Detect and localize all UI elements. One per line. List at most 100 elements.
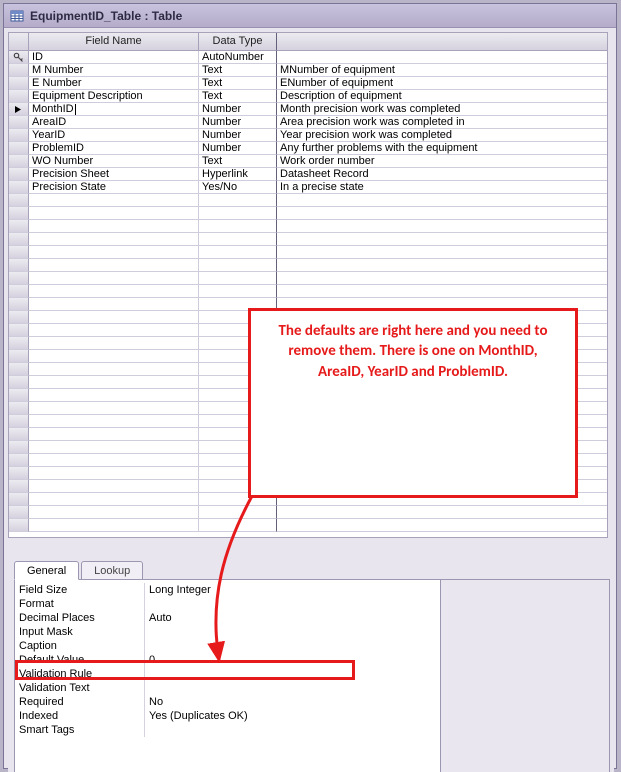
data-type-cell[interactable]: Text bbox=[199, 155, 277, 168]
description-cell[interactable] bbox=[277, 272, 607, 285]
property-row[interactable]: Default Value0 bbox=[15, 653, 440, 667]
property-row[interactable]: Decimal PlacesAuto bbox=[15, 611, 440, 625]
property-value[interactable] bbox=[145, 639, 440, 653]
description-cell[interactable] bbox=[277, 259, 607, 272]
property-value[interactable]: Auto bbox=[145, 611, 440, 625]
field-name-cell[interactable]: AreaID bbox=[29, 116, 199, 129]
data-type-cell[interactable]: Text bbox=[199, 90, 277, 103]
field-name-cell[interactable] bbox=[29, 194, 199, 207]
table-row[interactable]: M NumberTextMNumber of equipment bbox=[9, 64, 607, 77]
property-value[interactable]: Long Integer bbox=[145, 583, 440, 597]
property-value[interactable]: 0 bbox=[145, 653, 440, 667]
row-selector[interactable] bbox=[9, 415, 29, 428]
field-name-cell[interactable] bbox=[29, 506, 199, 519]
description-cell[interactable]: Description of equipment bbox=[277, 90, 607, 103]
row-selector[interactable] bbox=[9, 402, 29, 415]
data-type-cell[interactable] bbox=[199, 506, 277, 519]
row-selector[interactable] bbox=[9, 493, 29, 506]
field-name-cell[interactable] bbox=[29, 467, 199, 480]
table-row[interactable]: YearIDNumberYear precision work was comp… bbox=[9, 129, 607, 142]
field-name-cell[interactable] bbox=[29, 415, 199, 428]
row-selector[interactable] bbox=[9, 428, 29, 441]
description-cell[interactable] bbox=[277, 51, 607, 64]
table-row[interactable] bbox=[9, 259, 607, 272]
table-row[interactable] bbox=[9, 194, 607, 207]
tab-lookup[interactable]: Lookup bbox=[81, 561, 143, 580]
description-cell[interactable]: Month precision work was completed bbox=[277, 103, 607, 116]
row-selector[interactable] bbox=[9, 480, 29, 493]
field-name-cell[interactable]: Precision State bbox=[29, 181, 199, 194]
field-name-cell[interactable] bbox=[29, 350, 199, 363]
field-name-cell[interactable] bbox=[29, 376, 199, 389]
data-type-cell[interactable]: Number bbox=[199, 103, 277, 116]
field-name-cell[interactable]: Precision Sheet bbox=[29, 168, 199, 181]
field-name-cell[interactable]: Equipment Description bbox=[29, 90, 199, 103]
row-selector[interactable] bbox=[9, 220, 29, 233]
table-row[interactable] bbox=[9, 207, 607, 220]
field-name-cell[interactable]: YearID bbox=[29, 129, 199, 142]
table-row[interactable]: ProblemIDNumberAny further problems with… bbox=[9, 142, 607, 155]
row-selector[interactable] bbox=[9, 337, 29, 350]
field-name-cell[interactable] bbox=[29, 519, 199, 532]
description-cell[interactable] bbox=[277, 519, 607, 532]
row-selector[interactable] bbox=[9, 194, 29, 207]
field-name-cell[interactable]: WO Number bbox=[29, 155, 199, 168]
row-selector[interactable] bbox=[9, 246, 29, 259]
description-cell[interactable]: Year precision work was completed bbox=[277, 129, 607, 142]
row-selector[interactable] bbox=[9, 259, 29, 272]
property-value[interactable]: Yes (Duplicates OK) bbox=[145, 709, 440, 723]
field-name-cell[interactable]: ID bbox=[29, 51, 199, 64]
property-value[interactable] bbox=[145, 723, 440, 737]
property-value[interactable] bbox=[145, 625, 440, 639]
description-cell[interactable]: ENumber of equipment bbox=[277, 77, 607, 90]
data-type-cell[interactable] bbox=[199, 207, 277, 220]
table-row[interactable] bbox=[9, 519, 607, 532]
field-name-cell[interactable] bbox=[29, 311, 199, 324]
field-name-cell[interactable]: MonthID bbox=[29, 103, 199, 116]
table-row[interactable]: Precision SheetHyperlinkDatasheet Record bbox=[9, 168, 607, 181]
row-selector[interactable] bbox=[9, 467, 29, 480]
row-selector[interactable] bbox=[9, 350, 29, 363]
property-row[interactable]: Input Mask bbox=[15, 625, 440, 639]
table-row[interactable]: WO NumberTextWork order number bbox=[9, 155, 607, 168]
data-type-cell[interactable]: Text bbox=[199, 64, 277, 77]
row-selector[interactable] bbox=[9, 142, 29, 155]
data-type-cell[interactable] bbox=[199, 259, 277, 272]
description-cell[interactable] bbox=[277, 506, 607, 519]
data-type-cell[interactable] bbox=[199, 194, 277, 207]
field-name-cell[interactable] bbox=[29, 233, 199, 246]
description-cell[interactable]: MNumber of equipment bbox=[277, 64, 607, 77]
row-selector[interactable] bbox=[9, 389, 29, 402]
table-row[interactable] bbox=[9, 233, 607, 246]
row-selector[interactable] bbox=[9, 298, 29, 311]
row-selector[interactable] bbox=[9, 129, 29, 142]
table-row[interactable]: Equipment DescriptionTextDescription of … bbox=[9, 90, 607, 103]
data-type-cell[interactable] bbox=[199, 285, 277, 298]
description-cell[interactable] bbox=[277, 194, 607, 207]
data-type-header[interactable]: Data Type bbox=[199, 33, 277, 51]
data-type-cell[interactable] bbox=[199, 519, 277, 532]
table-row[interactable]: Precision StateYes/NoIn a precise state bbox=[9, 181, 607, 194]
data-type-cell[interactable] bbox=[199, 272, 277, 285]
description-cell[interactable] bbox=[277, 220, 607, 233]
row-selector[interactable] bbox=[9, 233, 29, 246]
field-name-cell[interactable] bbox=[29, 207, 199, 220]
selector-header[interactable] bbox=[9, 33, 29, 51]
field-name-cell[interactable] bbox=[29, 428, 199, 441]
data-type-cell[interactable]: Yes/No bbox=[199, 181, 277, 194]
description-cell[interactable] bbox=[277, 207, 607, 220]
field-name-cell[interactable] bbox=[29, 246, 199, 259]
field-name-cell[interactable] bbox=[29, 389, 199, 402]
description-cell[interactable]: Datasheet Record bbox=[277, 168, 607, 181]
data-type-cell[interactable]: AutoNumber bbox=[199, 51, 277, 64]
field-name-cell[interactable] bbox=[29, 402, 199, 415]
property-row[interactable]: Caption bbox=[15, 639, 440, 653]
tab-general[interactable]: General bbox=[14, 561, 79, 580]
row-selector[interactable] bbox=[9, 64, 29, 77]
row-selector[interactable] bbox=[9, 285, 29, 298]
data-type-cell[interactable]: Text bbox=[199, 77, 277, 90]
row-selector[interactable] bbox=[9, 324, 29, 337]
property-row[interactable]: Smart Tags bbox=[15, 723, 440, 737]
table-row[interactable] bbox=[9, 285, 607, 298]
property-value[interactable] bbox=[145, 667, 440, 681]
